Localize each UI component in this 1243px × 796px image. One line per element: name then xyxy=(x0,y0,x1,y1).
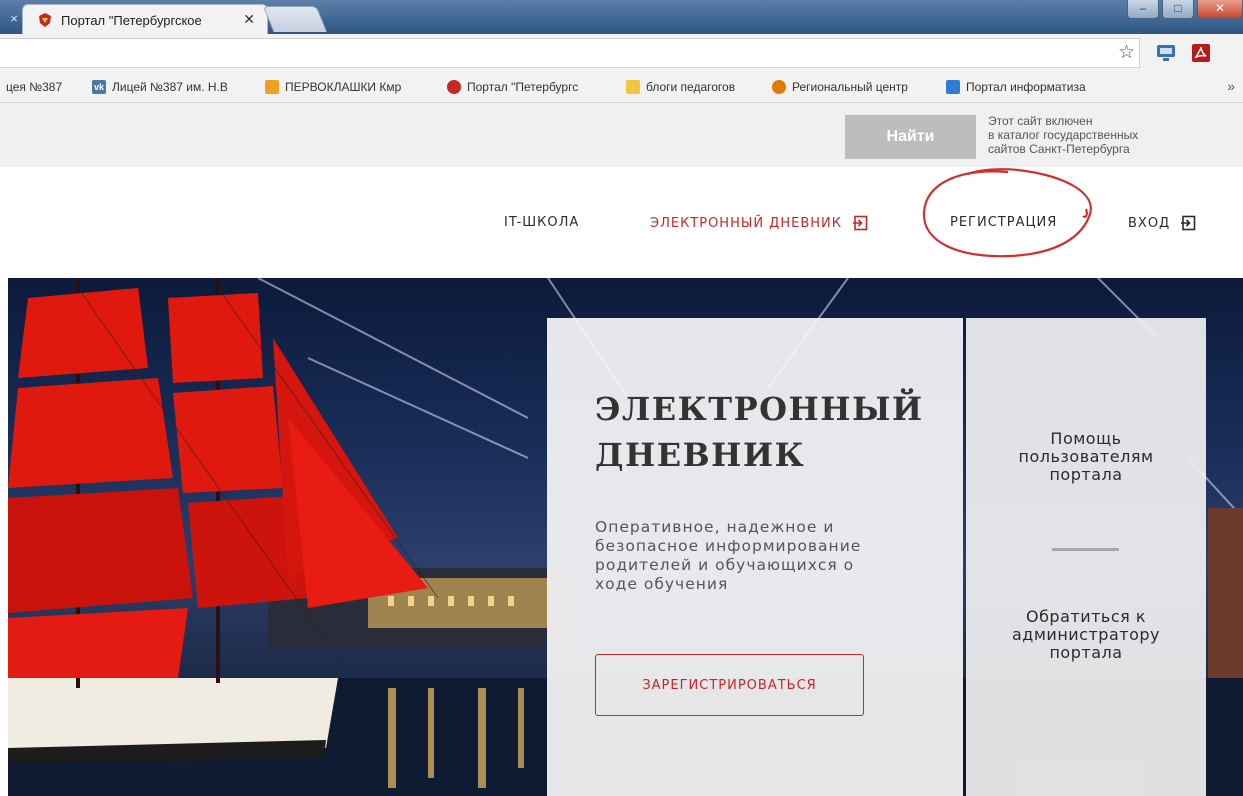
browser-toolbar: ☆ xyxy=(0,34,1243,73)
window-close-icon[interactable]: ✕ xyxy=(1197,0,1243,19)
bookmark-site-icon xyxy=(265,80,279,94)
description-line: Оперативное, надежное и xyxy=(595,518,835,536)
browser-titlebar: × Портал "Петербургское ✕ – □ ✕ xyxy=(0,0,1243,34)
login-arrow-icon xyxy=(1181,215,1196,231)
description-line: ходе обучения xyxy=(595,575,729,593)
nav-e-diary[interactable]: ЭЛЕКТРОННЫЙ ДНЕВНИК xyxy=(650,215,868,231)
admin-line: администратору xyxy=(1011,625,1160,644)
site-search-strip: Найти Этот сайт включен в каталог госуда… xyxy=(0,103,1243,167)
catalog-note-line: Этот сайт включен xyxy=(988,114,1093,128)
title-line: ДНЕВНИК xyxy=(595,436,806,474)
bookmarks-more-icon[interactable]: » xyxy=(1227,78,1235,94)
description-line: безопасное информирование xyxy=(595,537,862,555)
bookmark-item[interactable]: Региональный центр xyxy=(772,80,908,94)
admin-line: портала xyxy=(1049,643,1123,662)
address-bar[interactable] xyxy=(0,38,1140,68)
help-line: пользователям xyxy=(1018,447,1154,466)
bookmark-item[interactable]: Портал "Петербургс xyxy=(447,80,578,94)
help-side-panel: Помощь пользователям портала Обратиться … xyxy=(966,318,1206,796)
tab-title: Портал "Петербургское xyxy=(61,13,202,28)
folder-icon xyxy=(626,80,640,94)
search-input[interactable] xyxy=(0,109,853,153)
bookmark-item[interactable]: Портал информатиза xyxy=(946,80,1086,94)
window-controls: – □ ✕ xyxy=(1124,0,1243,22)
spb-crest-icon xyxy=(39,13,51,27)
nav-login[interactable]: ВХОД xyxy=(1128,215,1196,231)
minimize-icon[interactable]: – xyxy=(1127,0,1159,19)
bookmark-label: ПЕРВОКЛАШКИ Кмр xyxy=(285,80,402,94)
bookmark-star-icon[interactable]: ☆ xyxy=(1118,41,1135,64)
nav-e-diary-label: ЭЛЕКТРОННЫЙ ДНЕВНИК xyxy=(650,215,842,231)
e-diary-card: ЭЛЕКТРОННЫЙ ДНЕВНИК Оперативное, надежно… xyxy=(547,318,963,796)
title-line: ЭЛЕКТРОННЫЙ xyxy=(595,390,924,428)
extension-monitor-icon[interactable] xyxy=(1156,44,1176,62)
bookmark-label: Портал информатиза xyxy=(966,80,1086,94)
pdf-extension-icon[interactable] xyxy=(1192,44,1210,62)
bookmark-label: Лицей №387 им. Н.В xyxy=(112,80,228,94)
maximize-icon[interactable]: □ xyxy=(1162,0,1194,19)
contact-admin-link[interactable]: Обратиться к администратору портала xyxy=(966,608,1206,662)
tab-close-icon[interactable]: ✕ xyxy=(243,11,255,28)
help-line: портала xyxy=(1049,465,1123,484)
catalog-note-line: сайтов Санкт-Петербурга xyxy=(988,142,1130,156)
register-button[interactable]: ЗАРЕГИСТРИРОВАТЬСЯ xyxy=(595,654,864,716)
bookmark-item[interactable]: ПЕРВОКЛАШКИ Кмр xyxy=(265,80,401,94)
nav-login-label: ВХОД xyxy=(1128,215,1171,231)
catalog-note-line: в каталог государственных xyxy=(988,128,1139,142)
bookmark-item[interactable]: vk Лицей №387 им. Н.В xyxy=(92,80,228,94)
admin-line: Обратиться к xyxy=(1025,607,1147,626)
catalog-note: Этот сайт включен в каталог государствен… xyxy=(988,114,1238,156)
rc-logo-icon xyxy=(772,80,786,94)
card-description: Оперативное, надежное и безопасное инфор… xyxy=(595,518,915,594)
portal-icon xyxy=(946,80,960,94)
new-tab-button[interactable] xyxy=(262,6,328,32)
help-line: Помощь xyxy=(1050,429,1122,448)
description-line: родителей и обучающихся о xyxy=(595,556,855,574)
vk-icon: vk xyxy=(92,80,106,94)
bookmark-label: Портал "Петербургс xyxy=(467,80,579,94)
nav-it-school[interactable]: IT-ШКОЛА xyxy=(504,215,579,230)
login-arrow-icon xyxy=(852,215,868,231)
help-users-link[interactable]: Помощь пользователям портала xyxy=(966,430,1206,484)
bookmark-item[interactable]: цея №387 xyxy=(6,80,62,94)
bookmark-label: блоги педагогов xyxy=(646,80,736,94)
page-title: ЭЛЕКТРОННЫЙ ДНЕВНИК xyxy=(595,386,935,478)
bookmark-label: цея №387 xyxy=(6,80,63,94)
search-button[interactable]: Найти xyxy=(845,115,976,159)
bookmark-item[interactable]: блоги педагогов xyxy=(626,80,735,94)
browser-tab-active[interactable]: Портал "Петербургское ✕ xyxy=(22,4,268,34)
divider xyxy=(1052,548,1119,551)
bookmarks-bar: цея №387 vk Лицей №387 им. Н.В ПЕРВОКЛАШ… xyxy=(0,72,1243,103)
nav-it-school-label: IT-ШКОЛА xyxy=(504,215,580,230)
annotation-circle xyxy=(922,168,1092,258)
bookmark-label: Региональный центр xyxy=(792,80,908,94)
spb-crest-icon xyxy=(447,80,461,94)
